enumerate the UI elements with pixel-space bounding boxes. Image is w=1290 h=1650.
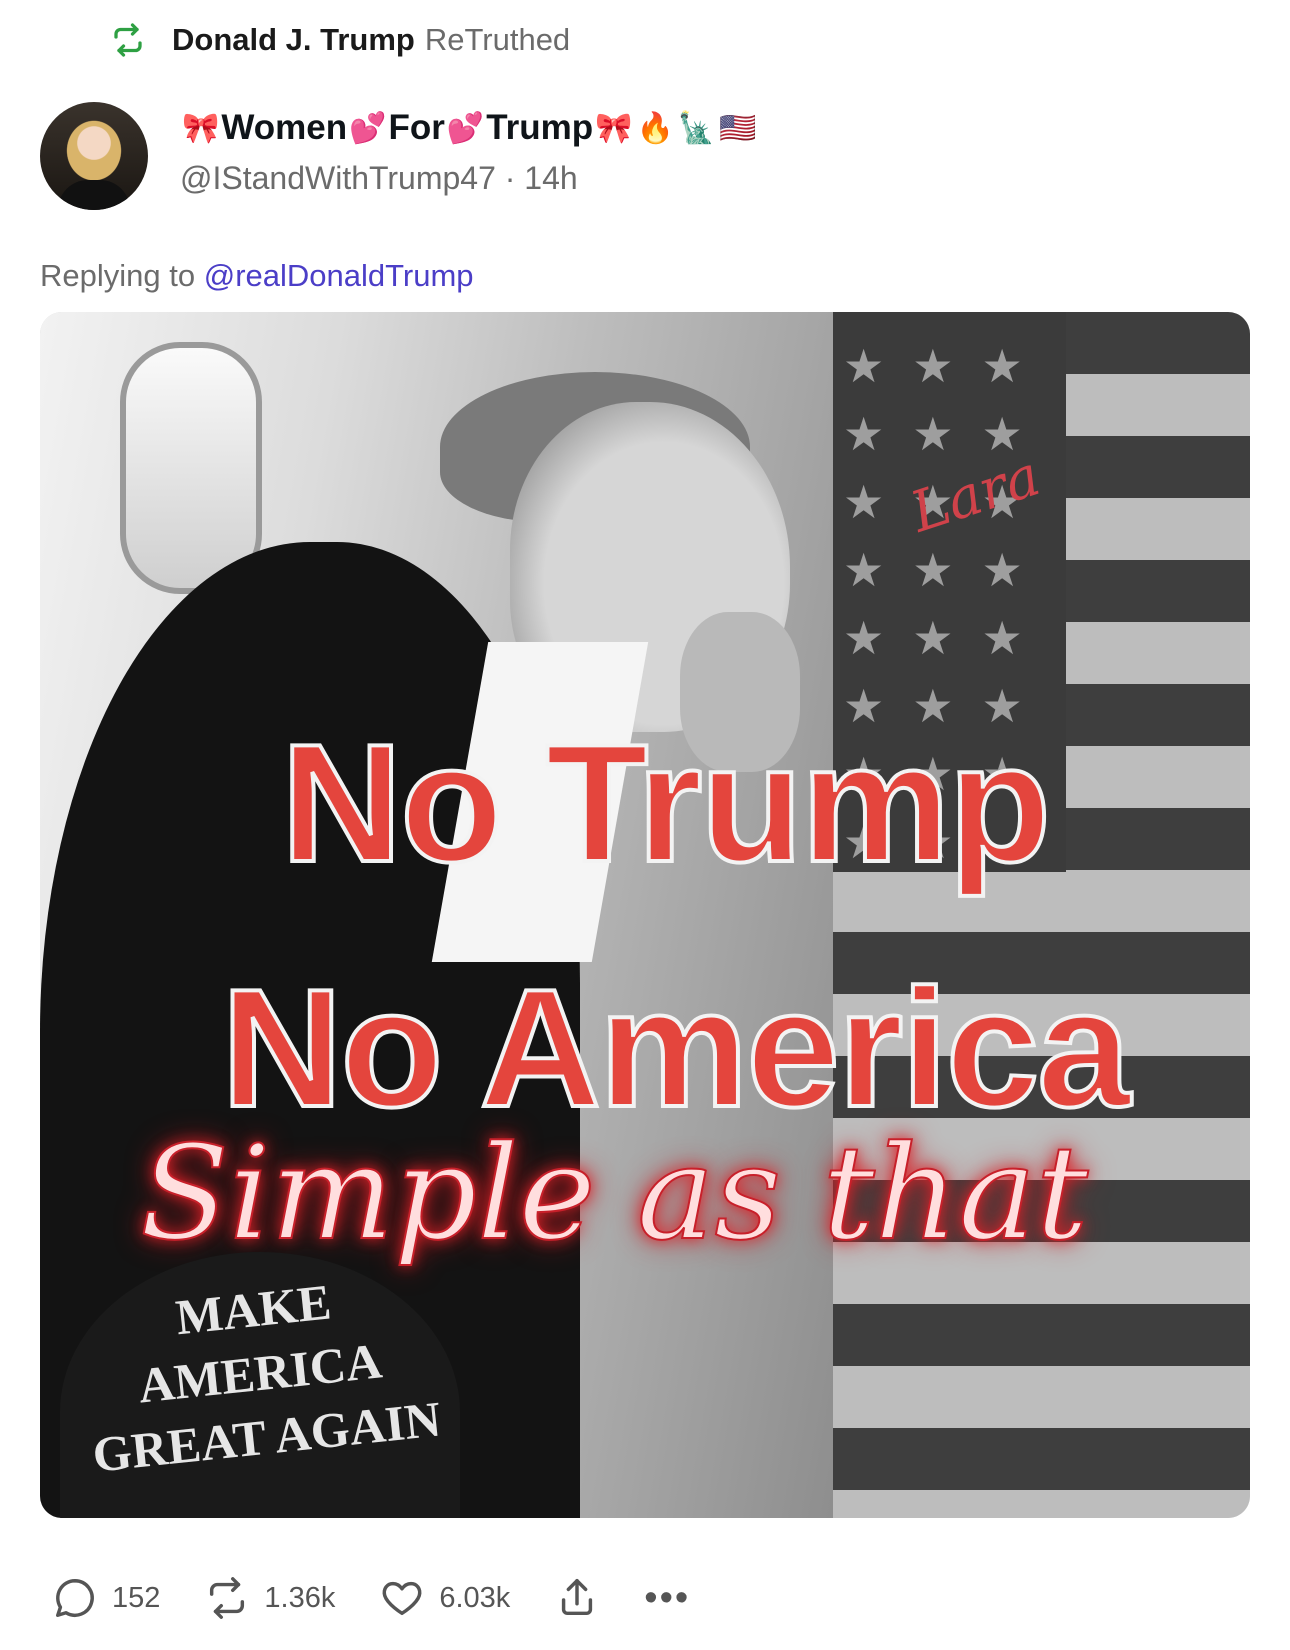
- ribbon-icon: 🎀: [182, 111, 220, 145]
- ribbon-icon: 🎀: [595, 111, 633, 145]
- share-button[interactable]: [554, 1575, 600, 1621]
- headline-script: Simple as that: [139, 1116, 1089, 1270]
- more-button[interactable]: •••: [644, 1577, 690, 1620]
- retruth-count: 1.36k: [264, 1581, 336, 1614]
- more-icon: •••: [644, 1576, 691, 1619]
- like-count: 6.03k: [439, 1581, 511, 1614]
- heart-icon: [382, 1581, 422, 1616]
- statue-of-liberty-icon: 🗽: [677, 111, 716, 145]
- retruth-author-name[interactable]: Donald J. Trump: [172, 22, 415, 58]
- avatar[interactable]: [40, 102, 148, 210]
- like-button[interactable]: 6.03k: [379, 1575, 510, 1621]
- heart-emoji-icon: 💕: [349, 111, 387, 145]
- author-handle-line: @IStandWithTrump47 · 14h: [180, 160, 759, 197]
- post-time[interactable]: 14h: [524, 160, 577, 196]
- replying-prefix: Replying to: [40, 258, 196, 293]
- retruth-action-icon: [210, 1577, 245, 1619]
- retruth-button[interactable]: 1.36k: [204, 1575, 335, 1621]
- airplane-window: [120, 342, 262, 594]
- reply-icon: [56, 1579, 94, 1617]
- author-handle[interactable]: @IStandWithTrump47: [180, 160, 496, 196]
- display-name-part: Women: [221, 108, 348, 147]
- retruth-icon: [114, 23, 142, 57]
- us-flag-icon: 🇺🇸: [719, 111, 757, 145]
- post-author: 🎀 Women 💕 For 💕 Trump 🎀 🔥 🗽 🇺🇸 @IStandWi…: [40, 102, 759, 210]
- headline-line-1: No Trump: [279, 707, 1053, 899]
- retruth-label: ReTruthed: [424, 22, 571, 57]
- share-icon: [562, 1579, 593, 1616]
- replying-to: Replying to @realDonaldTrump: [40, 258, 474, 294]
- reply-mention-link[interactable]: @realDonaldTrump: [204, 258, 474, 293]
- cap-text: MAKE AMERICA GREAT AGAIN: [89, 1273, 444, 1483]
- author-display-name[interactable]: 🎀 Women 💕 For 💕 Trump 🎀 🔥 🗽 🇺🇸: [180, 104, 759, 152]
- fire-icon: 🔥: [636, 111, 674, 145]
- retruth-header: Donald J. Trump ReTruthed: [110, 18, 570, 62]
- display-name-part: Trump: [486, 108, 594, 147]
- post-image[interactable]: ★★★★★★★★★★★★★★★★★★★★★★★ Lara No Trump No…: [40, 312, 1250, 1518]
- heart-emoji-icon: 💕: [446, 111, 485, 145]
- display-name-part: For: [388, 108, 445, 147]
- reply-button[interactable]: 152: [52, 1575, 160, 1621]
- reply-count: 152: [112, 1581, 161, 1614]
- action-bar: 152 1.36k 6.03k •••: [52, 1568, 734, 1628]
- separator-dot: ·: [504, 160, 525, 196]
